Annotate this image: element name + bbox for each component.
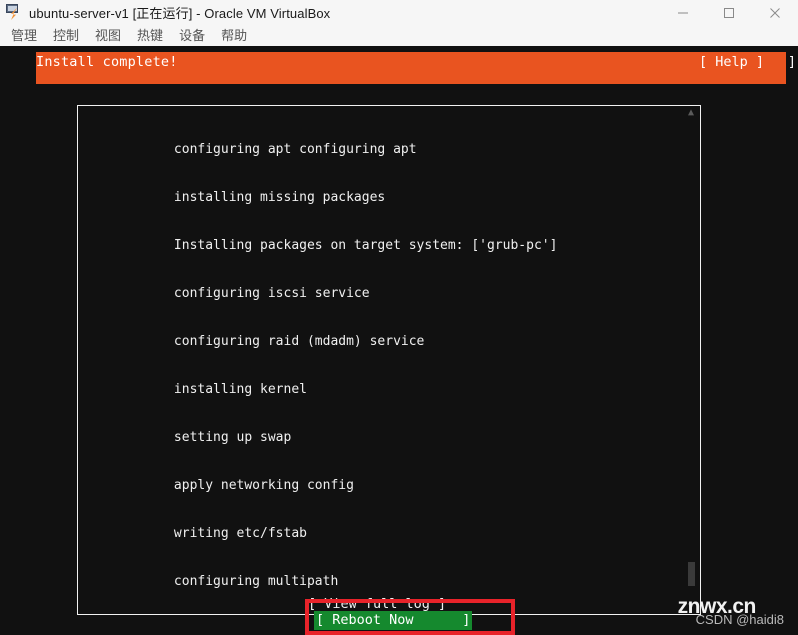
log-line: Installing packages on target system: ['… — [80, 238, 558, 253]
menu-item-devices[interactable]: 设备 — [171, 25, 213, 46]
log-line: configuring raid (mdadm) service — [80, 334, 425, 349]
install-log-panel: configuring apt configuring apt installi… — [77, 105, 701, 615]
virtualbox-icon — [5, 4, 22, 21]
menu-item-manage[interactable]: 管理 — [3, 25, 45, 46]
window-titlebar: ubuntu-server-v1 [正在运行] - Oracle VM Virt… — [0, 0, 798, 25]
reboot-now-button[interactable]: [ Reboot Now ] — [314, 611, 473, 630]
log-line: configuring multipath — [80, 574, 339, 589]
log-line: installing kernel — [80, 382, 307, 397]
page-title: Install complete! — [36, 54, 178, 70]
menubar: 管理 控制 视图 热键 设备 帮助 — [0, 25, 798, 46]
vm-display[interactable]: Install complete! [ Help ] ] configuring… — [0, 46, 798, 635]
log-line: writing etc/fstab — [80, 526, 307, 541]
virtualbox-window: ubuntu-server-v1 [正在运行] - Oracle VM Virt… — [0, 0, 798, 635]
install-log-text: configuring apt configuring apt installi… — [80, 110, 674, 614]
menu-item-hotkeys[interactable]: 热键 — [129, 25, 171, 46]
close-icon[interactable] — [752, 0, 798, 25]
minimize-icon[interactable] — [660, 0, 706, 25]
maximize-icon[interactable] — [706, 0, 752, 25]
log-line: configuring iscsi service — [80, 286, 370, 301]
stray-bracket: ] — [787, 54, 796, 70]
log-scrollbar[interactable]: ▲ ▼ — [686, 108, 696, 612]
scrollbar-thumb[interactable] — [688, 562, 695, 586]
log-line: installing missing packages — [80, 190, 386, 205]
menu-item-control[interactable]: 控制 — [45, 25, 87, 46]
help-button[interactable]: [ Help ] — [699, 46, 764, 78]
menu-item-view[interactable]: 视图 — [87, 25, 129, 46]
log-line: setting up swap — [80, 430, 292, 445]
menu-item-help[interactable]: 帮助 — [213, 25, 255, 46]
installer-footer: [ View full log ] [ Reboot Now ] — [0, 595, 798, 635]
window-controls — [660, 0, 798, 25]
scroll-up-arrow-icon[interactable]: ▲ — [686, 108, 696, 118]
window-title: ubuntu-server-v1 [正在运行] - Oracle VM Virt… — [29, 6, 331, 21]
log-line: apply networking config — [80, 478, 354, 493]
log-line: configuring apt configuring apt — [80, 142, 417, 157]
